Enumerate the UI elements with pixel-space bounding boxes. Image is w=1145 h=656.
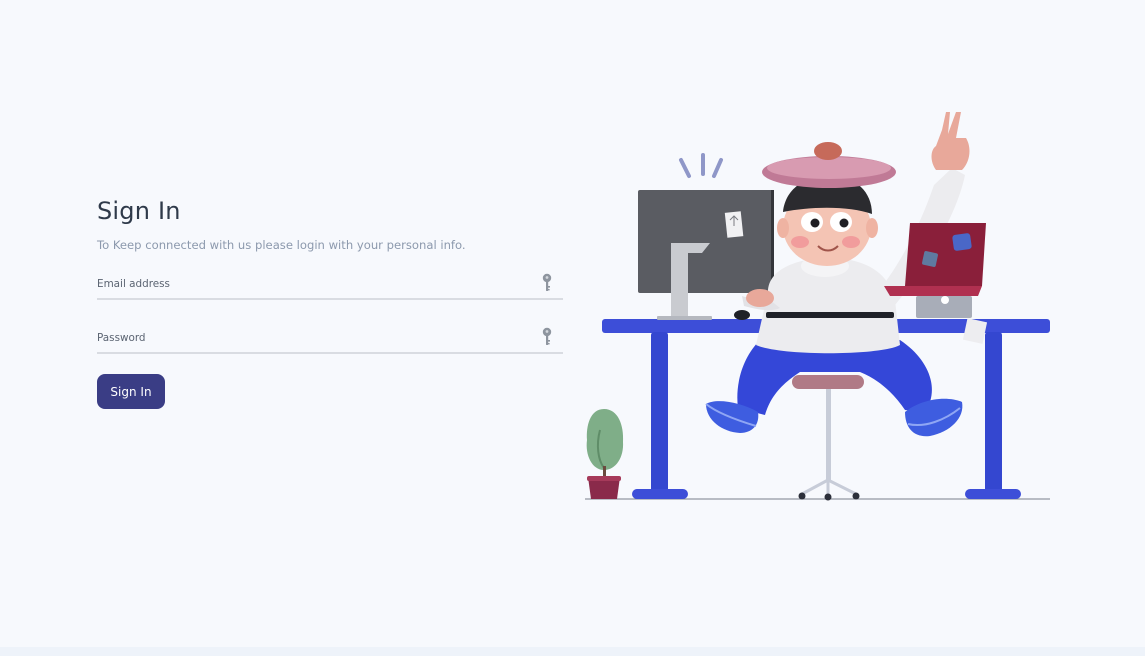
password-field[interactable] — [97, 328, 527, 348]
chair-illustration — [792, 375, 864, 501]
signin-page: Sign In To Keep connected with us please… — [0, 0, 1145, 656]
footer-band — [0, 647, 1145, 656]
plant-illustration — [586, 409, 624, 499]
email-field-wrapper — [97, 268, 563, 300]
page-title: Sign In — [97, 197, 181, 225]
key-icon — [542, 273, 552, 291]
key-icon — [542, 327, 552, 345]
desk-illustration — [585, 112, 1050, 501]
email-field[interactable] — [97, 274, 527, 294]
sign-in-button[interactable]: Sign In — [97, 374, 165, 409]
page-subtitle: To Keep connected with us please login w… — [97, 238, 466, 252]
password-field-wrapper — [97, 322, 563, 354]
signin-form: Sign In To Keep connected with us please… — [97, 196, 563, 409]
